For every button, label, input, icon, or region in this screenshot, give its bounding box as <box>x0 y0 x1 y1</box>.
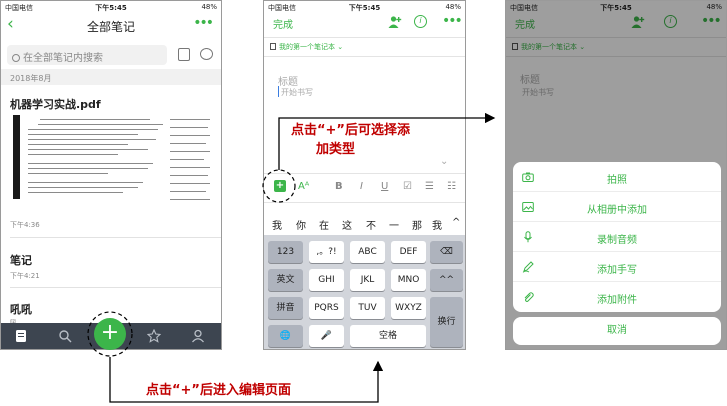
key-123[interactable]: 123 <box>268 241 303 263</box>
keyboard: 123 ,。?! ABC DEF ⌫ 英文 GHI JKL MNO ^^ 拼音 … <box>264 235 465 349</box>
underline-icon[interactable]: U <box>381 181 388 192</box>
key-punctuation[interactable]: ,。?! <box>309 241 344 263</box>
annotation-choose-type-line2: 加类型 <box>316 142 356 157</box>
key-mno[interactable]: MNO <box>391 269 426 291</box>
new-note-button[interactable]: + <box>94 318 126 350</box>
key-def[interactable]: DEF <box>391 241 426 263</box>
done-button[interactable]: 完成 <box>273 16 293 31</box>
numbered-list-icon[interactable]: ☷ <box>447 181 456 192</box>
search-input[interactable]: 在全部笔记内搜索 <box>7 45 167 65</box>
more-icon[interactable]: ••• <box>442 13 463 29</box>
note-title: 笔记 <box>10 254 32 267</box>
candidate-word[interactable]: 我 <box>272 217 282 232</box>
chevron-down-icon[interactable]: ⌄ <box>440 156 448 167</box>
title-input[interactable]: 标题 <box>278 73 298 88</box>
notebook-selector[interactable]: 我的第一个笔记本 ⌄ <box>270 42 343 52</box>
key-ghi[interactable]: GHI <box>309 269 344 291</box>
add-from-album-option[interactable]: 从相册中添加 <box>513 192 721 222</box>
key-wxyz[interactable]: WXYZ <box>391 297 426 319</box>
body-input[interactable]: 开始书写 <box>281 87 313 98</box>
share-user-icon[interactable] <box>388 15 402 29</box>
alarm-icon[interactable] <box>200 48 213 60</box>
clock-label: 下午5:45 <box>95 4 127 12</box>
page-title: 全部笔记 <box>86 20 135 34</box>
notebook-icon <box>270 43 276 50</box>
backspace-icon[interactable]: ⌫ <box>430 241 463 263</box>
option-label: 添加手写 <box>597 265 637 276</box>
checkbox-icon[interactable]: ☑ <box>403 181 412 192</box>
battery-label: 48% <box>201 3 217 11</box>
globe-icon[interactable]: 🌐 <box>268 325 303 347</box>
microphone-icon[interactable]: 🎤 <box>309 325 344 347</box>
info-icon[interactable]: i <box>414 15 427 28</box>
bulleted-list-icon[interactable]: ☰ <box>425 181 434 192</box>
divider <box>10 237 221 238</box>
pdf-thumbnail <box>10 113 216 213</box>
battery-label: 48% <box>445 3 461 11</box>
editor-screen: 中国电信 下午5:45 48% 完成 i ••• 我的第一个笔记本 ⌄ 标题 开… <box>263 0 466 350</box>
candidate-word[interactable]: 不 <box>366 217 376 232</box>
key-jkl[interactable]: JKL <box>350 269 385 291</box>
divider <box>264 56 465 57</box>
candidate-word[interactable]: 一 <box>389 217 399 232</box>
key-pqrs[interactable]: PQRS <box>309 297 344 319</box>
bold-icon[interactable]: B <box>335 181 343 192</box>
note-list-screen: 中国电信 下午5:45 48% ‹ 全部笔记 ••• 在全部笔记内搜索 2018… <box>0 0 222 350</box>
candidate-word[interactable]: 你 <box>296 217 306 232</box>
insert-plus-button[interactable]: + <box>274 180 286 192</box>
key-tuv[interactable]: TUV <box>350 297 385 319</box>
insert-sheet-screen: 中国电信 下午5:45 48% 完成 i ••• 我的第一个笔记本 ⌄ 标题 开… <box>505 0 727 350</box>
add-attachment-option[interactable]: 添加附件 <box>513 282 721 312</box>
date-header: 2018年8月 <box>1 69 221 85</box>
candidate-word[interactable]: 这 <box>342 217 352 232</box>
notes-tab-icon[interactable] <box>14 329 28 343</box>
option-label: 添加附件 <box>597 295 637 306</box>
key-abc[interactable]: ABC <box>350 241 385 263</box>
note-time: 下午4:21 <box>10 272 40 280</box>
account-tab-icon[interactable] <box>191 329 205 343</box>
return-key[interactable]: 换行 <box>430 297 463 347</box>
note-title: 吼吼 <box>10 303 32 316</box>
emoticon-key[interactable]: ^^ <box>430 269 463 291</box>
divider <box>264 37 465 38</box>
document-scan-icon[interactable] <box>178 48 190 61</box>
note-time: 下午4:36 <box>10 221 40 229</box>
notebook-label: 我的第一个笔记本 ⌄ <box>279 43 344 51</box>
candidate-word[interactable]: 在 <box>319 217 329 232</box>
divider <box>264 202 465 203</box>
key-english[interactable]: 英文 <box>268 269 303 291</box>
more-icon[interactable]: ••• <box>193 15 214 31</box>
record-audio-option[interactable]: 录制音频 <box>513 222 721 252</box>
key-pinyin[interactable]: 拼音 <box>268 297 303 319</box>
candidate-word[interactable]: 我 <box>432 217 442 232</box>
divider <box>10 287 221 288</box>
take-photo-option[interactable]: 拍照 <box>513 162 721 192</box>
font-style-icon[interactable]: Aᴬ <box>298 181 309 192</box>
status-bar: 中国电信 下午5:45 48% <box>264 1 465 13</box>
expand-candidates-icon[interactable]: ^ <box>452 217 460 228</box>
nav-bar: ‹ 全部笔记 ••• <box>1 13 221 37</box>
text-cursor <box>278 86 279 97</box>
clock-label: 下午5:45 <box>348 4 381 12</box>
candidate-word[interactable]: 那 <box>412 217 422 232</box>
insert-action-sheet: 拍照 从相册中添加 录制音频 添加手写 添加附件 <box>513 162 721 312</box>
annotation-enter-editor: 点击“+”后进入编辑页面 <box>146 383 291 398</box>
annotation-choose-type-line1: 点击“+”后可选择添 <box>291 123 410 138</box>
option-label: 拍照 <box>607 175 627 186</box>
note-title: 机器学习实战.pdf <box>10 98 101 111</box>
search-icon <box>12 54 20 62</box>
italic-icon[interactable]: I <box>360 181 363 192</box>
space-key[interactable]: 空格 <box>350 325 426 347</box>
status-bar: 中国电信 下午5:45 48% <box>1 1 221 13</box>
cancel-button[interactable]: 取消 <box>513 317 721 345</box>
search-tab-icon[interactable] <box>58 329 72 343</box>
divider <box>264 173 465 174</box>
star-tab-icon[interactable] <box>147 329 161 343</box>
search-placeholder: 在全部笔记内搜索 <box>23 53 103 64</box>
add-handwriting-option[interactable]: 添加手写 <box>513 252 721 282</box>
option-label: 录制音频 <box>597 235 637 246</box>
option-label: 从相册中添加 <box>587 205 647 216</box>
